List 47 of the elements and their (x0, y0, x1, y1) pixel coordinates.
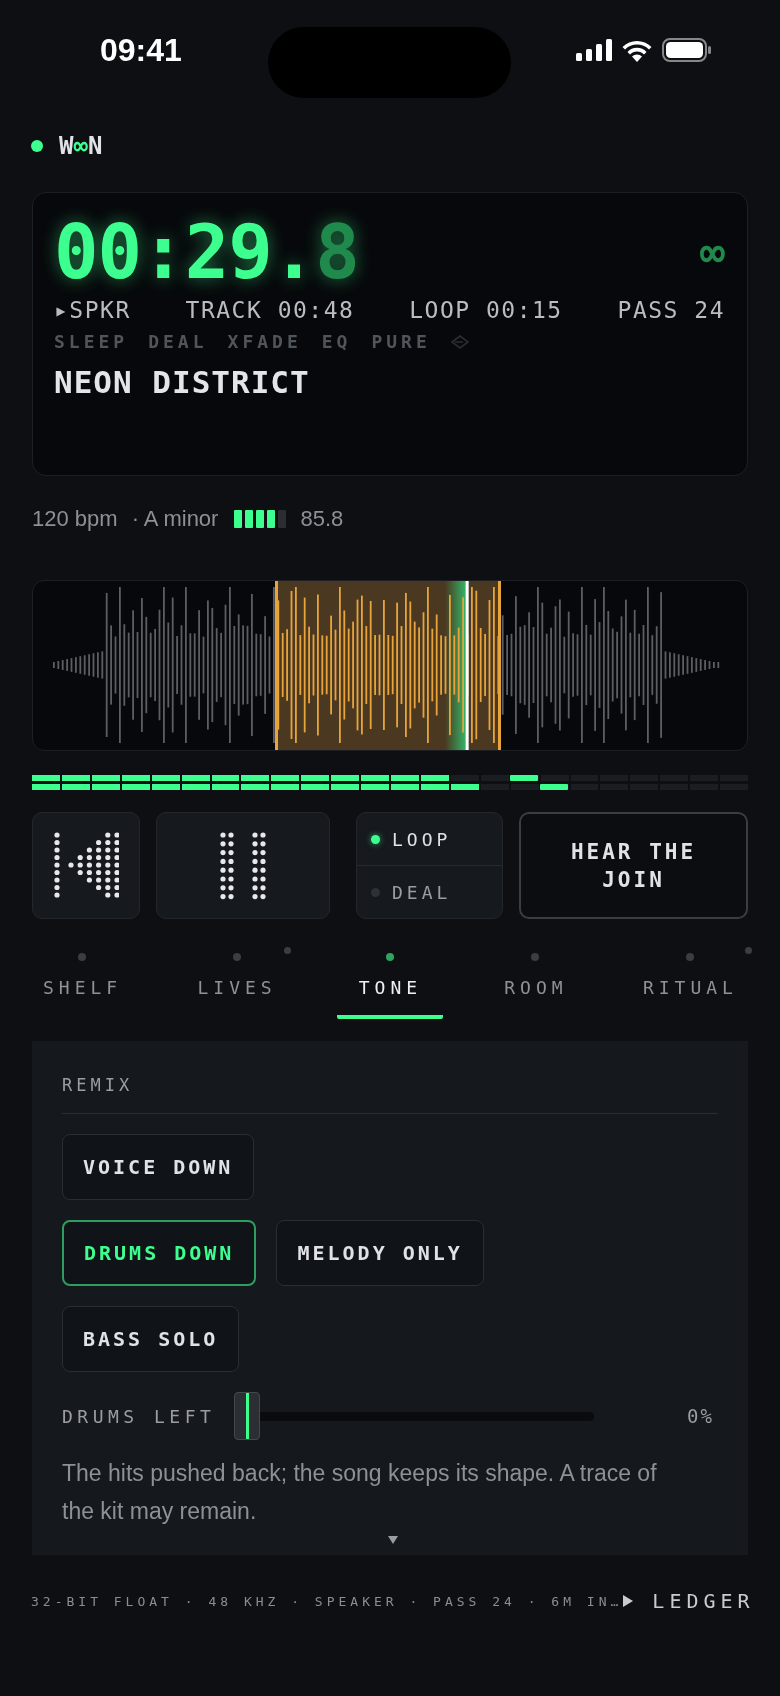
info-text: TRACK 00:48 (185, 297, 355, 323)
mode-option[interactable]: LOOP (357, 813, 502, 865)
ledger-link[interactable]: LEDGER (622, 1589, 755, 1613)
skip-back-button[interactable] (32, 812, 140, 919)
remix-option[interactable]: MELODY ONLY (276, 1220, 484, 1286)
tab[interactable]: LIVES (182, 947, 291, 1019)
pause-icon (219, 830, 267, 901)
info-text: ▸SPKR (54, 297, 131, 323)
play-icon (622, 1594, 635, 1608)
mode-label: XFADE (227, 331, 302, 352)
tab[interactable]: ROOM (489, 947, 582, 1019)
hear-the-join-button[interactable]: HEAR THE JOIN (519, 812, 748, 919)
app-logo: W∞N (59, 132, 103, 160)
timer-readout: 00:29.8 (54, 208, 359, 297)
tab[interactable]: SHELF (28, 947, 137, 1019)
key-text: · A minor (131, 506, 219, 532)
mode-label: SLEEP (54, 331, 129, 352)
remix-option[interactable]: VOICE DOWN (62, 1134, 255, 1200)
slider-value: 0% (687, 1405, 714, 1427)
section-title: REMIX (62, 1041, 718, 1114)
mode-label: DEAL (148, 331, 208, 352)
slider-thumb[interactable] (234, 1392, 260, 1440)
loop-mark: ∞ (699, 227, 725, 277)
mode-label: EQ (321, 331, 352, 352)
footer-info: 32-BIT FLOAT · 48 KHZ · SPEAKER · PASS 24 · 6M IN… (31, 1593, 623, 1609)
signal-icon (576, 39, 612, 61)
tempo-text: 120 bpm (32, 506, 118, 532)
diamond-arrow-icon (450, 334, 469, 349)
slider[interactable] (234, 1392, 594, 1440)
pause-button[interactable] (156, 812, 330, 919)
info-text: LOOP 00:15 (409, 297, 563, 323)
remix-option[interactable]: DRUMS DOWN (62, 1220, 257, 1286)
tab[interactable]: RITUAL (627, 947, 752, 1019)
quality-reading: 85.8 (300, 506, 344, 532)
scroll-down-icon (387, 1535, 399, 1545)
tab[interactable]: TONE (336, 947, 443, 1019)
info-text: PASS 24 (617, 297, 725, 323)
mode-option[interactable]: DEAL (357, 865, 502, 918)
slider-label: DRUMS LEFT (62, 1405, 217, 1427)
wifi-icon (621, 38, 653, 62)
description-text: The hits pushed back; the song keeps its shape. A trace of the kit may remain. (62, 1459, 658, 1526)
status-time: 09:41 (100, 31, 182, 69)
track-title: NEON DISTRICT (54, 364, 311, 400)
battery-icon (662, 38, 712, 62)
mode-label: PURE (371, 331, 431, 352)
remix-option[interactable]: BASS SOLO (62, 1306, 240, 1372)
skip-back-icon (53, 830, 119, 901)
